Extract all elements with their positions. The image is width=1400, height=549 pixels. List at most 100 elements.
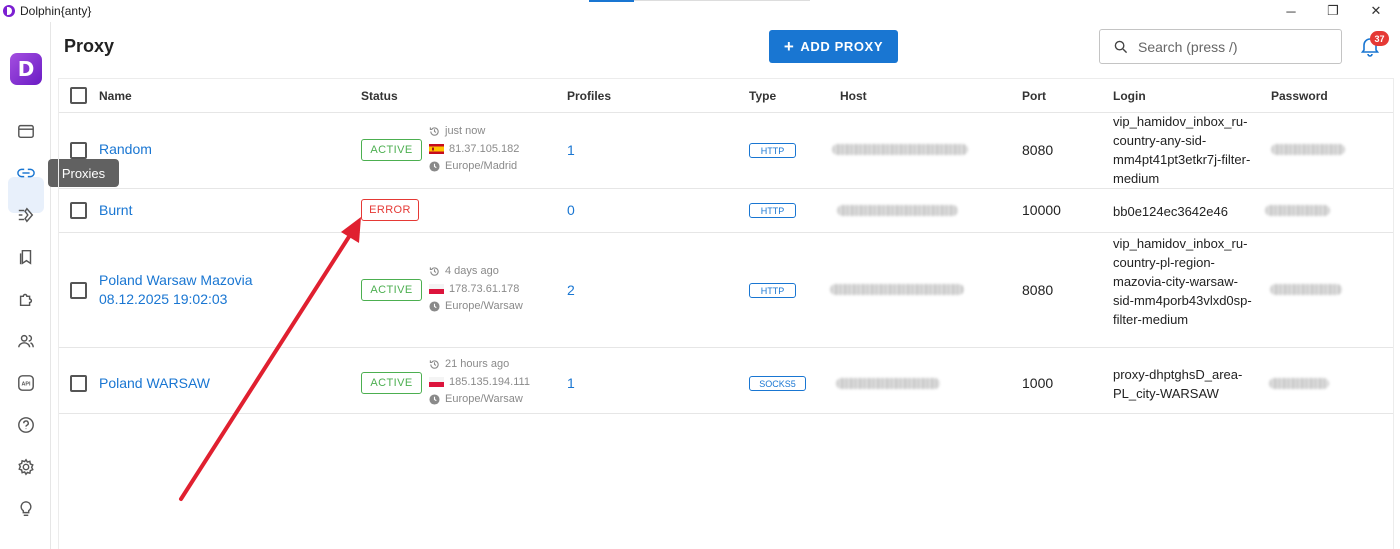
timezone-text: Europe/Warsaw (445, 300, 523, 312)
timezone: Europe/Warsaw (429, 298, 523, 314)
help-icon[interactable] (13, 412, 39, 438)
proxy-name-link[interactable]: Poland WARSAW (99, 374, 210, 393)
history-icon (429, 126, 439, 136)
port-value: 8080 (1022, 282, 1054, 298)
row-divider (59, 413, 1393, 414)
last-check: just now (429, 123, 485, 139)
host-redacted (836, 378, 940, 389)
notification-badge: 37 (1370, 31, 1389, 46)
host-redacted (830, 284, 964, 295)
timezone: Europe/Warsaw (429, 391, 523, 407)
last-check-text: just now (445, 125, 486, 137)
link-icon[interactable] (13, 160, 39, 186)
port-value: 1000 (1022, 375, 1054, 391)
add-proxy-label: ADD PROXY (800, 39, 884, 54)
column-header-port[interactable]: Port (1022, 89, 1046, 103)
title-bar: Dolphin{anty} ─ ❐ ✕ (0, 0, 1400, 22)
svg-text:API: API (22, 382, 31, 388)
status-badge: ACTIVE (361, 372, 422, 394)
host-redacted (832, 144, 968, 155)
clock-icon (429, 300, 440, 312)
status-badge: ACTIVE (361, 139, 422, 161)
host-redacted (837, 205, 958, 216)
ip-text: 185.135.194.111 (449, 376, 530, 388)
row-checkbox[interactable] (70, 142, 87, 159)
app-logo-icon (3, 5, 15, 17)
proxy-name-link[interactable]: Random (99, 140, 152, 159)
active-tab-indicator[interactable] (589, 0, 634, 2)
clock-icon (429, 393, 440, 405)
ip-address: 81.37.105.182 (429, 141, 519, 157)
timezone: Europe/Madrid (429, 158, 517, 174)
ip-address: 178.73.61.178 (429, 281, 519, 297)
proxy-table: Name Status Profiles Type Host Port Logi… (58, 78, 1394, 549)
password-redacted (1269, 378, 1329, 389)
row-checkbox[interactable] (70, 375, 87, 392)
profiles-count-link[interactable]: 1 (567, 142, 575, 158)
clock-icon (429, 160, 440, 172)
proxy-name-link[interactable]: Poland Warsaw Mazovia 08.12.2025 19:02:0… (99, 271, 289, 309)
users-icon[interactable] (13, 328, 39, 354)
window-title: Dolphin{anty} (20, 4, 92, 18)
extensions-icon[interactable] (13, 286, 39, 312)
select-all-checkbox[interactable] (70, 87, 87, 104)
poland-flag-icon (429, 377, 444, 387)
page-title: Proxy (64, 36, 115, 56)
column-header-login[interactable]: Login (1113, 89, 1146, 103)
search-icon (1114, 40, 1128, 53)
password-redacted (1270, 284, 1342, 295)
restore-button[interactable]: ❐ (1313, 0, 1353, 22)
close-button[interactable]: ✕ (1356, 0, 1396, 22)
type-badge: HTTP (749, 283, 796, 298)
type-badge: HTTP (749, 203, 796, 218)
port-value: 8080 (1022, 142, 1054, 158)
status-badge: ACTIVE (361, 279, 422, 301)
column-header-status[interactable]: Status (361, 89, 398, 103)
profiles-count-link[interactable]: 1 (567, 375, 575, 391)
login-value: vip_hamidov_inbox_ru-country-pl-region-m… (1113, 236, 1252, 327)
last-check-text: 21 hours ago (445, 358, 510, 370)
browser-window-icon[interactable] (13, 118, 39, 144)
lightbulb-icon[interactable] (13, 496, 39, 522)
column-header-profiles[interactable]: Profiles (567, 89, 611, 103)
column-header-name[interactable]: Name (99, 89, 132, 103)
column-header-host[interactable]: Host (840, 89, 867, 103)
row-divider (59, 188, 1393, 189)
type-badge: HTTP (749, 143, 796, 158)
automation-icon[interactable] (13, 202, 39, 228)
search-box[interactable] (1099, 29, 1342, 64)
profiles-count-link[interactable]: 0 (567, 202, 575, 218)
tab-strip[interactable] (634, 0, 810, 1)
proxy-name-link[interactable]: Burnt (99, 201, 132, 220)
column-header-password[interactable]: Password (1271, 89, 1328, 103)
login-value: bb0e124ec3642e46 (1113, 204, 1228, 219)
settings-icon[interactable] (13, 454, 39, 480)
login-value: vip_hamidov_inbox_ru-country-any-sid-mm4… (1113, 114, 1251, 186)
bookmarks-icon[interactable] (13, 244, 39, 270)
search-input[interactable] (1138, 38, 1328, 55)
last-check: 21 hours ago (429, 356, 509, 372)
timezone-text: Europe/Madrid (445, 160, 518, 172)
dolphin-logo[interactable]: D (10, 53, 42, 85)
password-redacted (1271, 144, 1345, 155)
last-check-text: 4 days ago (445, 265, 499, 277)
status-badge: ERROR (361, 199, 419, 221)
minimize-button[interactable]: ─ (1271, 0, 1311, 22)
last-check: 4 days ago (429, 263, 499, 279)
sidebar: D API (0, 22, 51, 549)
ip-text: 81.37.105.182 (449, 143, 520, 155)
poland-flag-icon (429, 284, 444, 294)
row-divider (59, 347, 1393, 348)
history-icon (429, 266, 439, 276)
column-header-type[interactable]: Type (749, 89, 776, 103)
profiles-count-link[interactable]: 2 (567, 282, 575, 298)
history-icon (429, 359, 439, 369)
plus-icon: + (783, 37, 795, 56)
api-icon[interactable]: API (13, 370, 39, 396)
add-proxy-button[interactable]: + ADD PROXY (769, 30, 898, 63)
ip-address: 185.135.194.111 (429, 374, 530, 390)
row-checkbox[interactable] (70, 282, 87, 299)
row-checkbox[interactable] (70, 202, 87, 219)
password-redacted (1265, 205, 1330, 216)
login-value: proxy-dhptghsD_area-PL_city-WARSAW (1113, 367, 1243, 401)
